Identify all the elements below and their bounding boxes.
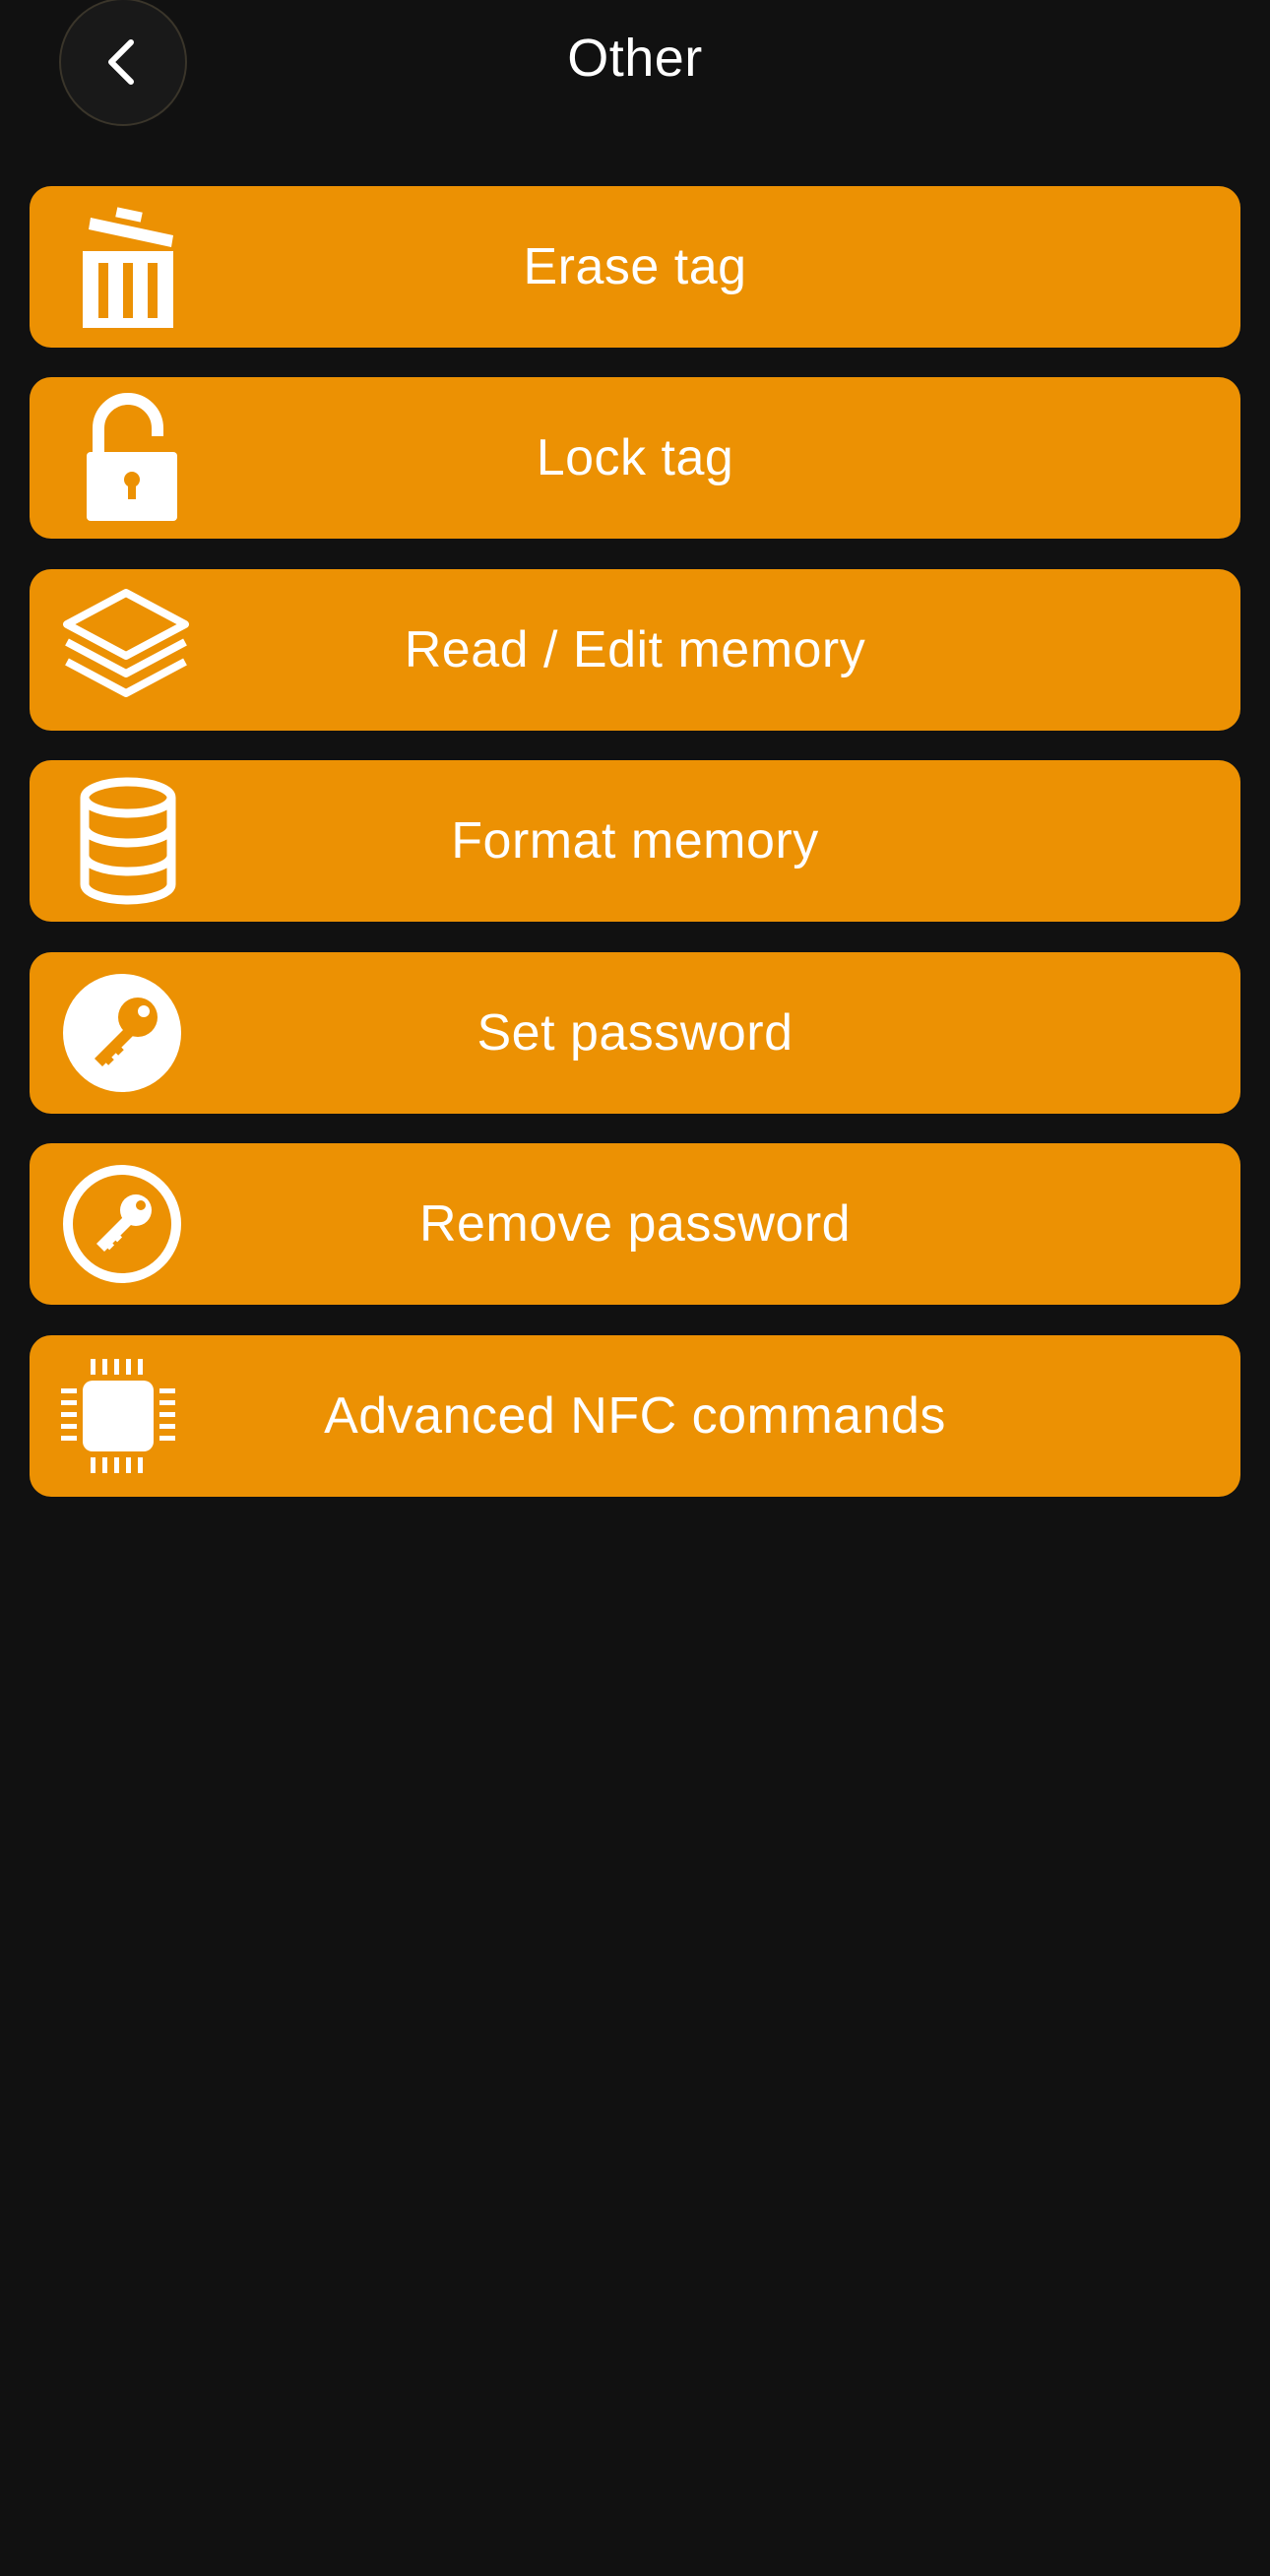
page-title: Other bbox=[567, 29, 703, 88]
format-memory-label: Format memory bbox=[451, 812, 819, 869]
menu-list: Erase tag Lock tag Read / Edit memory Fo… bbox=[30, 186, 1240, 1526]
lock-tag-button[interactable]: Lock tag bbox=[30, 377, 1240, 539]
erase-tag-button[interactable]: Erase tag bbox=[30, 186, 1240, 348]
header: Other bbox=[0, 0, 1270, 128]
read-edit-memory-button[interactable]: Read / Edit memory bbox=[30, 569, 1240, 731]
remove-password-label: Remove password bbox=[418, 1195, 852, 1253]
remove-password-button[interactable]: Remove password bbox=[30, 1143, 1240, 1305]
advanced-nfc-commands-label: Advanced NFC commands bbox=[324, 1387, 946, 1445]
set-password-label: Set password bbox=[476, 1004, 794, 1062]
advanced-nfc-commands-button[interactable]: Advanced NFC commands bbox=[30, 1335, 1240, 1497]
erase-tag-label: Erase tag bbox=[523, 238, 747, 295]
lock-tag-label: Lock tag bbox=[536, 429, 734, 486]
format-memory-button[interactable]: Format memory bbox=[30, 760, 1240, 922]
set-password-button[interactable]: Set password bbox=[30, 952, 1240, 1114]
read-edit-memory-label: Read / Edit memory bbox=[404, 621, 866, 678]
